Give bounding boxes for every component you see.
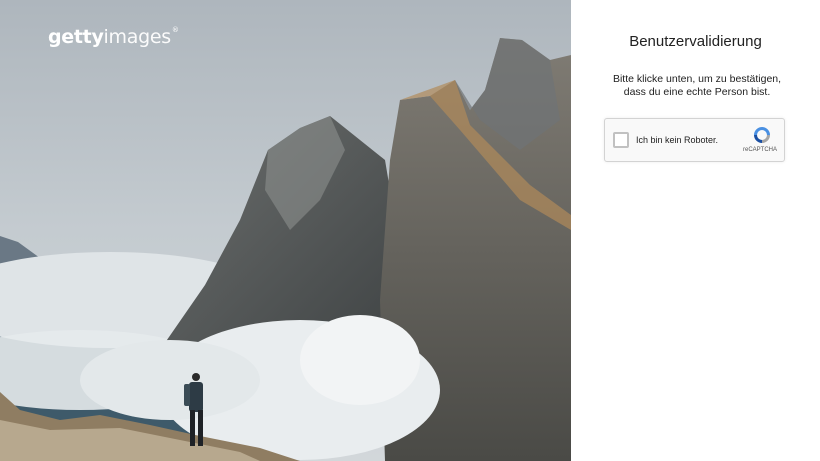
hero-image: gettyimages® bbox=[0, 0, 571, 461]
validation-panel: Benutzervalidierung Bitte klicke unten, … bbox=[571, 0, 820, 461]
logo-brand-light: images bbox=[103, 26, 172, 48]
logo-trademark: ® bbox=[171, 26, 179, 34]
recaptcha-checkbox[interactable] bbox=[613, 132, 629, 148]
recaptcha-label[interactable]: Ich bin kein Roboter. bbox=[636, 135, 718, 145]
recaptcha-icon bbox=[754, 127, 770, 143]
gettyimages-logo[interactable]: gettyimages® bbox=[48, 26, 179, 48]
page-description: Bitte klicke unten, um zu bestätigen, da… bbox=[612, 73, 782, 98]
mountain-landscape-photo bbox=[0, 0, 571, 461]
page-title: Benutzervalidierung bbox=[629, 33, 762, 50]
recaptcha-brand: reCAPTCHA bbox=[742, 147, 777, 153]
recaptcha-widget: Ich bin kein Roboter. reCAPTCHA bbox=[604, 118, 785, 162]
logo-brand-bold: getty bbox=[48, 26, 104, 48]
